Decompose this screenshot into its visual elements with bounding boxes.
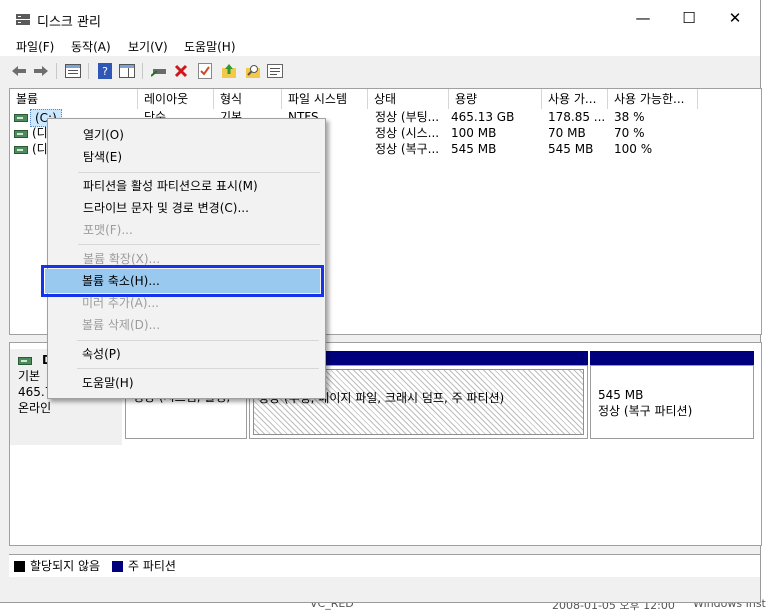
legend: 할당되지 않음 주 파티션 xyxy=(9,554,760,577)
maximize-icon: ☐ xyxy=(682,9,696,27)
menu-action[interactable]: 동작(A) xyxy=(71,38,111,55)
column-header-filesystem[interactable]: 파일 시스템 xyxy=(282,89,368,109)
toolbar-separator xyxy=(88,63,89,79)
menu-item-delete-volume: 볼륨 삭제(D)... xyxy=(82,318,161,332)
column-header-volume[interactable]: 볼륨 xyxy=(10,89,138,109)
column-header-capacity[interactable]: 용량 xyxy=(449,89,542,109)
column-header-free-space[interactable]: 사용 가... xyxy=(542,89,608,109)
legend-unallocated-label: 할당되지 않음 xyxy=(30,559,101,573)
action-pane-icon xyxy=(119,64,135,78)
row-capacity: 545 MB xyxy=(451,142,497,156)
minimize-button[interactable]: — xyxy=(620,0,666,36)
back-arrow-icon xyxy=(12,66,26,76)
connect-drive-button[interactable] xyxy=(150,62,168,80)
back-button[interactable] xyxy=(10,62,28,80)
partition-inner: 545 MB 정상 (복구 파티션) xyxy=(594,369,750,435)
row-free-space: 178.85 ... xyxy=(548,110,606,124)
folder-search-icon xyxy=(246,65,260,78)
properties-button[interactable] xyxy=(266,62,284,80)
row-status: 정상 (시스... xyxy=(375,126,440,140)
menu-item-mark-active[interactable]: 파티션을 활성 파티션으로 표시(M) xyxy=(83,177,258,195)
console-tree-icon xyxy=(65,64,81,78)
volume-drive-icon xyxy=(14,114,28,122)
menu-help[interactable]: 도움말(H) xyxy=(184,38,236,55)
disk-state: 온라인 xyxy=(18,401,52,415)
menu-bar: 파일(F) 동작(A) 보기(V) 도움말(H) xyxy=(0,36,760,56)
row-percent-free: 100 % xyxy=(614,142,653,156)
row-percent-free: 70 % xyxy=(614,126,645,140)
checklist-button[interactable] xyxy=(196,62,214,80)
menu-separator xyxy=(78,172,320,173)
row-free-space: 545 MB xyxy=(548,142,594,156)
menu-item-add-mirror: 미러 추가(A)... xyxy=(82,296,159,310)
row-free-space: 70 MB xyxy=(548,126,586,140)
toolbar-separator xyxy=(142,63,143,79)
forward-button[interactable] xyxy=(32,62,50,80)
partition-body: 545 MB 정상 (복구 파티션) xyxy=(590,365,754,439)
menu-item-change-drive-letter[interactable]: 드라이브 문자 및 경로 변경(C)... xyxy=(83,199,249,217)
column-header-percent-free[interactable]: 사용 가능한... xyxy=(608,89,698,109)
row-status: 정상 (부팅... xyxy=(375,110,440,124)
maximize-button[interactable]: ☐ xyxy=(666,0,712,36)
menu-separator xyxy=(77,368,319,369)
forward-arrow-icon xyxy=(34,66,48,76)
row-capacity: 100 MB xyxy=(451,126,497,140)
up-folder-button[interactable] xyxy=(220,62,238,80)
properties-icon xyxy=(267,64,283,78)
drive-connect-icon xyxy=(151,69,166,77)
shrink-volume-annotation-box xyxy=(41,265,324,297)
disk-icon xyxy=(18,357,32,365)
toolbar: ? xyxy=(0,58,760,84)
column-header-status[interactable]: 상태 xyxy=(368,89,449,109)
menu-file[interactable]: 파일(F) xyxy=(16,38,54,55)
partition-recovery[interactable]: 545 MB 정상 (복구 파티션) xyxy=(590,351,754,439)
menu-item-help[interactable]: 도움말(H) xyxy=(82,374,134,392)
delete-button[interactable] xyxy=(172,62,190,80)
search-folder-button[interactable] xyxy=(244,62,262,80)
menu-separator xyxy=(78,244,320,245)
row-capacity: 465.13 GB xyxy=(451,110,515,124)
help-button[interactable]: ? xyxy=(96,62,114,80)
menu-item-format: 포맷(F)... xyxy=(83,223,133,237)
help-book-icon: ? xyxy=(98,63,112,79)
volume-drive-icon xyxy=(14,130,28,138)
column-header-layout[interactable]: 레이아웃 xyxy=(138,89,214,109)
menu-item-properties[interactable]: 속성(P) xyxy=(82,345,121,363)
legend-primary-label: 주 파티션 xyxy=(128,559,176,573)
row-percent-free: 38 % xyxy=(614,110,645,124)
disk-type: 기본 xyxy=(18,369,41,383)
toolbar-separator xyxy=(56,63,57,79)
folder-up-icon xyxy=(222,64,236,78)
legend-unallocated-swatch xyxy=(14,561,25,572)
disk-management-icon xyxy=(16,14,30,25)
close-icon: ✕ xyxy=(728,9,742,27)
partition-bar xyxy=(590,351,754,365)
delete-x-icon xyxy=(174,64,188,78)
menu-item-open[interactable]: 열기(O) xyxy=(83,126,124,144)
title-bar: 디스크 관리 — ☐ ✕ xyxy=(0,0,760,36)
svg-text:?: ? xyxy=(102,65,108,78)
column-header-type[interactable]: 형식 xyxy=(214,89,282,109)
close-button[interactable]: ✕ xyxy=(712,0,758,36)
volume-drive-icon xyxy=(14,146,28,154)
menu-separator xyxy=(77,340,319,341)
partition-line2: 정상 (복구 파티션) xyxy=(598,404,693,418)
console-tree-button[interactable] xyxy=(64,62,82,80)
window-title: 디스크 관리 xyxy=(37,15,101,30)
legend-primary-swatch xyxy=(112,561,123,572)
show-hide-action-pane-button[interactable] xyxy=(118,62,136,80)
menu-item-explore[interactable]: 탐색(E) xyxy=(83,148,122,166)
partition-line1: 545 MB xyxy=(598,388,644,402)
checklist-icon xyxy=(198,63,212,79)
menu-view[interactable]: 보기(V) xyxy=(128,38,168,55)
row-status: 정상 (복구... xyxy=(375,142,440,156)
minimize-icon: — xyxy=(635,9,651,27)
